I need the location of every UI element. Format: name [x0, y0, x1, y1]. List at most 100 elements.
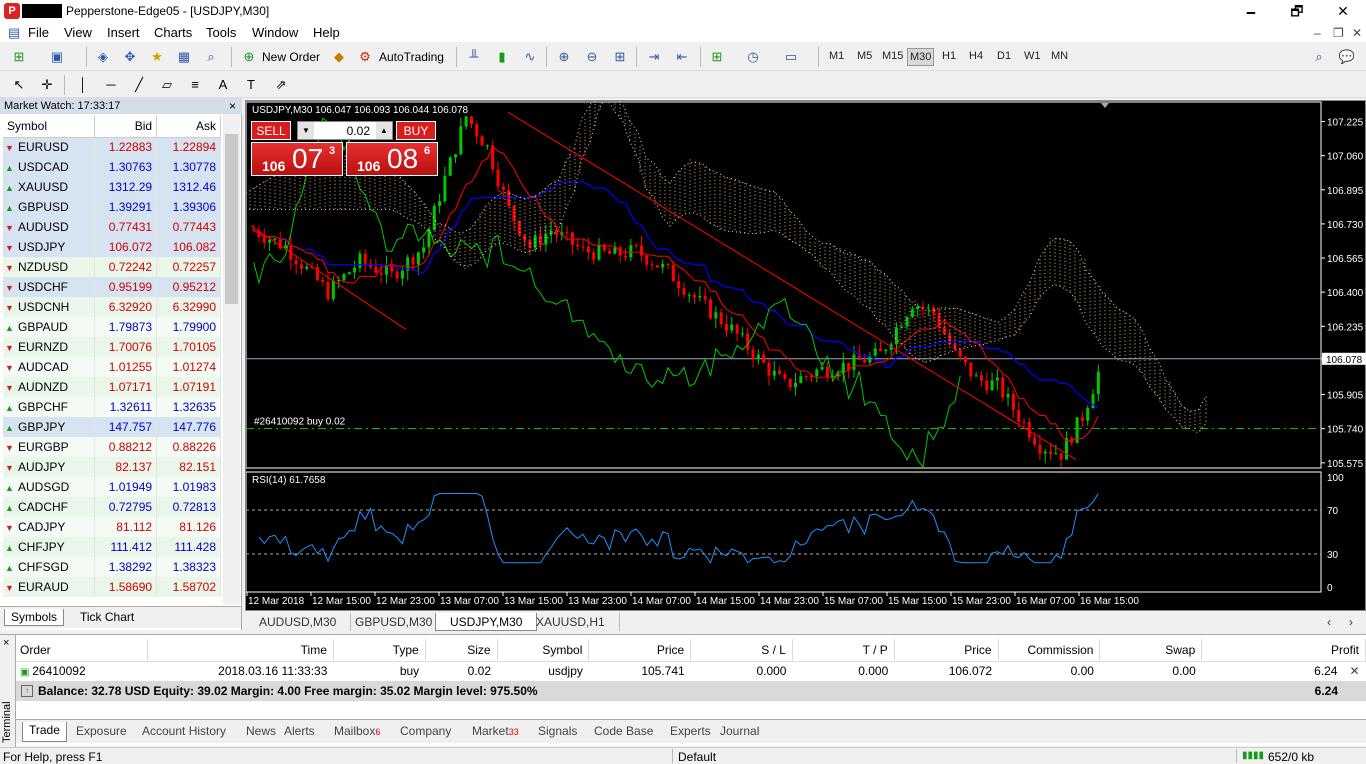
cursor-icon[interactable]: ↖: [10, 76, 28, 94]
tab-experts[interactable]: Experts: [664, 723, 717, 739]
list-item[interactable]: ▼ AUDCAD 1.01255 1.01274: [3, 357, 221, 377]
buy-button[interactable]: BUY: [396, 121, 436, 140]
tf-d1[interactable]: D1: [997, 50, 1011, 62]
chart-tab-gbpusd[interactable]: GBPUSD,M30: [341, 613, 448, 631]
zoom-in-icon[interactable]: ⊕: [555, 48, 573, 66]
chart-tab-audusd[interactable]: AUDUSD,M30: [245, 613, 352, 631]
col-type[interactable]: Type: [333, 639, 426, 662]
autotrading-button[interactable]: AutoTrading: [379, 50, 444, 64]
list-item[interactable]: ▲ XAUUSD 1312.29 1312.46: [3, 177, 221, 197]
buy-price-button[interactable]: 106 08 6: [346, 142, 438, 176]
metaeditor-icon[interactable]: ◆: [330, 48, 348, 66]
list-item[interactable]: ▼ CADJPY 81.112 81.126: [3, 517, 221, 537]
tab-scroll-left-icon[interactable]: ‹: [1323, 613, 1335, 631]
col-bid[interactable]: Bid: [94, 115, 158, 138]
data-window-icon[interactable]: ✥: [121, 48, 139, 66]
menu-tools[interactable]: Tools: [206, 25, 236, 40]
close-order-icon[interactable]: ✕: [1349, 664, 1359, 678]
tf-m15[interactable]: M15: [882, 50, 903, 62]
col-profit[interactable]: Profit: [1201, 639, 1366, 662]
tab-scroll-right-icon[interactable]: ›: [1345, 613, 1357, 631]
chart-tab-xauusd[interactable]: XAUUSD,H1: [522, 613, 620, 631]
tf-m1[interactable]: M1: [829, 50, 844, 62]
restore-button[interactable]: 🗗: [1274, 0, 1320, 22]
mdi-close-icon[interactable]: ✕: [1352, 26, 1362, 40]
new-chart-icon[interactable]: ⊞: [10, 48, 28, 66]
lot-decrease-icon[interactable]: ▼: [298, 122, 314, 139]
tab-market[interactable]: Market33: [466, 723, 525, 739]
list-item[interactable]: ▼ AUDNZD 1.07171 1.07191: [3, 377, 221, 397]
col-tp[interactable]: T / P: [792, 639, 895, 662]
trendline-icon[interactable]: ╱: [130, 76, 148, 94]
menu-charts[interactable]: Charts: [154, 25, 192, 40]
vertical-line-icon[interactable]: │: [74, 76, 92, 94]
list-item[interactable]: ▼ EURAUD 1.58690 1.58702: [3, 577, 221, 597]
bar-chart-icon[interactable]: ╨: [465, 48, 483, 66]
market-watch-icon[interactable]: ◈: [94, 48, 112, 66]
menu-view[interactable]: View: [64, 25, 92, 40]
list-item[interactable]: ▼ EURNZD 1.70076 1.70105: [3, 337, 221, 357]
horizontal-line-icon[interactable]: ─: [102, 76, 120, 94]
list-item[interactable]: ▲ CADCHF 0.72795 0.72813: [3, 497, 221, 517]
tab-news[interactable]: News: [240, 723, 282, 739]
tab-trade[interactable]: Trade: [22, 722, 67, 742]
text-icon[interactable]: A: [214, 76, 232, 94]
channel-icon[interactable]: ▱: [158, 76, 176, 94]
tab-alerts[interactable]: Alerts: [278, 723, 321, 739]
indicators-icon[interactable]: ⊞: [708, 48, 726, 66]
terminal-close-icon[interactable]: ×: [3, 637, 9, 649]
table-row[interactable]: ▣ 26410092 2018.03.16 11:33:33 buy 0.02 …: [16, 661, 1366, 681]
tab-exposure[interactable]: Exposure: [70, 723, 133, 739]
strategy-tester-icon[interactable]: ⌕: [202, 48, 220, 66]
new-order-button[interactable]: New Order: [262, 50, 320, 64]
list-item[interactable]: ▲ GBPJPY 147.757 147.776: [3, 417, 221, 437]
lot-size-input[interactable]: ▼ 0.02 ▲: [297, 121, 393, 140]
chart-canvas[interactable]: 107.225 107.060 106.895 106.730 106.565 106.4…: [246, 101, 1366, 612]
auto-scroll-icon[interactable]: ⇥: [645, 48, 663, 66]
tf-mn[interactable]: MN: [1051, 50, 1068, 62]
minimize-button[interactable]: 🗕: [1228, 0, 1274, 22]
list-item[interactable]: ▲ GBPCHF 1.32611 1.32635: [3, 397, 221, 417]
navigator-icon[interactable]: ★: [148, 48, 166, 66]
list-item[interactable]: ▲ CHFSGD 1.38292 1.38323: [3, 557, 221, 577]
candlestick-icon[interactable]: ▮: [493, 48, 511, 66]
col-symbol[interactable]: Symbol: [3, 115, 96, 138]
crosshair-icon[interactable]: ✛: [38, 76, 56, 94]
menu-window[interactable]: Window: [252, 25, 298, 40]
tf-w1[interactable]: W1: [1024, 50, 1041, 62]
mdi-restore-icon[interactable]: ❐: [1333, 26, 1344, 40]
label-icon[interactable]: T: [242, 76, 260, 94]
col-swap[interactable]: Swap: [1099, 639, 1203, 662]
periods-icon[interactable]: ◷: [744, 48, 762, 66]
list-item[interactable]: ▲ CHFJPY 111.412 111.428: [3, 537, 221, 557]
list-item[interactable]: ▼ AUDJPY 82.137 82.151: [3, 457, 221, 477]
profiles-icon[interactable]: ▣: [48, 48, 66, 66]
tf-h4[interactable]: H4: [969, 50, 983, 62]
list-item[interactable]: ▲ USDCAD 1.30763 1.30778: [3, 157, 221, 177]
col-symbol[interactable]: Symbol: [497, 639, 590, 662]
new-order-icon[interactable]: ⊕: [240, 48, 258, 66]
col-ask[interactable]: Ask: [156, 115, 221, 138]
tab-mailbox[interactable]: Mailbox6: [328, 723, 386, 739]
zoom-out-icon[interactable]: ⊖: [583, 48, 601, 66]
col-size[interactable]: Size: [425, 639, 498, 662]
price-chart[interactable]: 107.225 107.060 106.895 106.730 106.565 106.4…: [245, 100, 1366, 611]
arrows-icon[interactable]: ⇗: [272, 76, 290, 94]
col-price[interactable]: Price: [588, 639, 692, 662]
list-item[interactable]: ▼ USDCHF 0.95199 0.95212: [3, 277, 221, 297]
tab-tick-chart[interactable]: Tick Chart: [74, 609, 140, 625]
menu-help[interactable]: Help: [313, 25, 340, 40]
col-commission[interactable]: Commission: [998, 639, 1101, 662]
list-item[interactable]: ▼ USDCNH 6.32920 6.32990: [3, 297, 221, 317]
list-item[interactable]: ▼ NZDUSD 0.72242 0.72257: [3, 257, 221, 277]
menu-file[interactable]: File: [28, 25, 49, 40]
scrollbar-thumb[interactable]: [225, 134, 238, 304]
terminal-icon[interactable]: ▦: [175, 48, 193, 66]
chart-window-icon[interactable]: ▤: [8, 25, 20, 41]
list-item[interactable]: ▼ EURUSD 1.22883 1.22894: [3, 137, 221, 157]
sell-price-button[interactable]: 106 07 3: [251, 142, 343, 176]
templates-icon[interactable]: ▭: [782, 48, 800, 66]
list-item[interactable]: ▼ EURGBP 0.88212 0.88226: [3, 437, 221, 457]
market-watch-scrollbar[interactable]: [223, 114, 240, 605]
autotrading-icon[interactable]: ⚙: [356, 48, 374, 66]
